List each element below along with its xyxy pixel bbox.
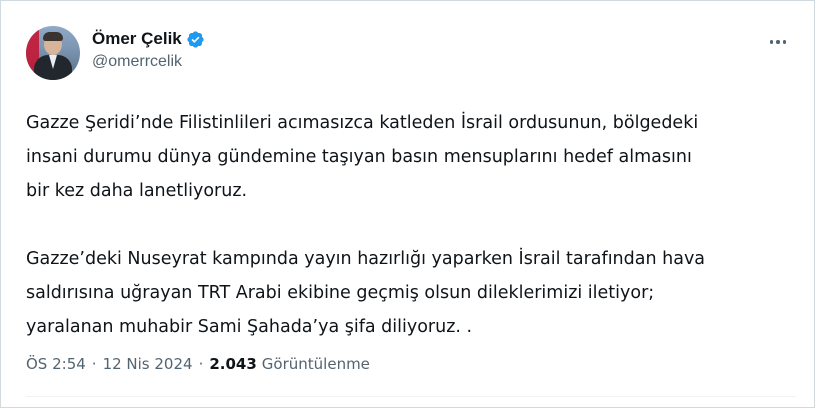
more-dot-icon	[776, 40, 780, 44]
tweet-text-line: saldırısına uğrayan TRT Arabi ekibine ge…	[26, 283, 655, 303]
display-name[interactable]: Ömer Çelik	[92, 29, 182, 49]
verified-badge-icon[interactable]	[186, 30, 205, 49]
tweet-card: Ömer Çelik @omerrcelik Gazze Şeridi’nde …	[0, 0, 817, 410]
tweet-time[interactable]: ÖS 2:54	[26, 355, 86, 373]
tweet-text: Gazze Şeridi’nde Filistinlileri acımasız…	[26, 106, 796, 344]
views-label: Görüntülenme	[261, 355, 370, 373]
more-dot-icon	[769, 40, 774, 44]
divider	[26, 396, 796, 397]
meta-separator: ·	[91, 355, 97, 373]
more-options-button[interactable]	[766, 30, 790, 54]
views-count[interactable]: 2.043	[209, 355, 256, 373]
tweet-text-line: Gazze’deki Nuseyrat kampında yayın hazır…	[26, 249, 706, 269]
tweet-meta: ÖS 2:54 · 12 Nis 2024 · 2.043 Görüntülen…	[26, 355, 370, 373]
tweet-text-line: bir kez daha lanetliyoruz.	[26, 181, 248, 201]
display-name-row: Ömer Çelik	[92, 29, 205, 49]
tweet-date[interactable]: 12 Nis 2024	[103, 355, 193, 373]
tweet-text-line: insani durumu dünya gündemine taşıyan ba…	[26, 147, 692, 167]
author-names: Ömer Çelik @omerrcelik	[92, 29, 205, 71]
tweet-text-line: yaralanan muhabir Sami Şahada’ya şifa di…	[26, 317, 473, 337]
tweet-header: Ömer Çelik @omerrcelik	[26, 26, 205, 80]
avatar-hair	[43, 32, 63, 41]
meta-separator: ·	[198, 355, 204, 373]
tweet-text-line: Gazze Şeridi’nde Filistinlileri acımasız…	[26, 113, 699, 133]
more-dot-icon	[782, 40, 787, 44]
author-handle[interactable]: @omerrcelik	[92, 53, 205, 71]
avatar[interactable]	[26, 26, 80, 80]
